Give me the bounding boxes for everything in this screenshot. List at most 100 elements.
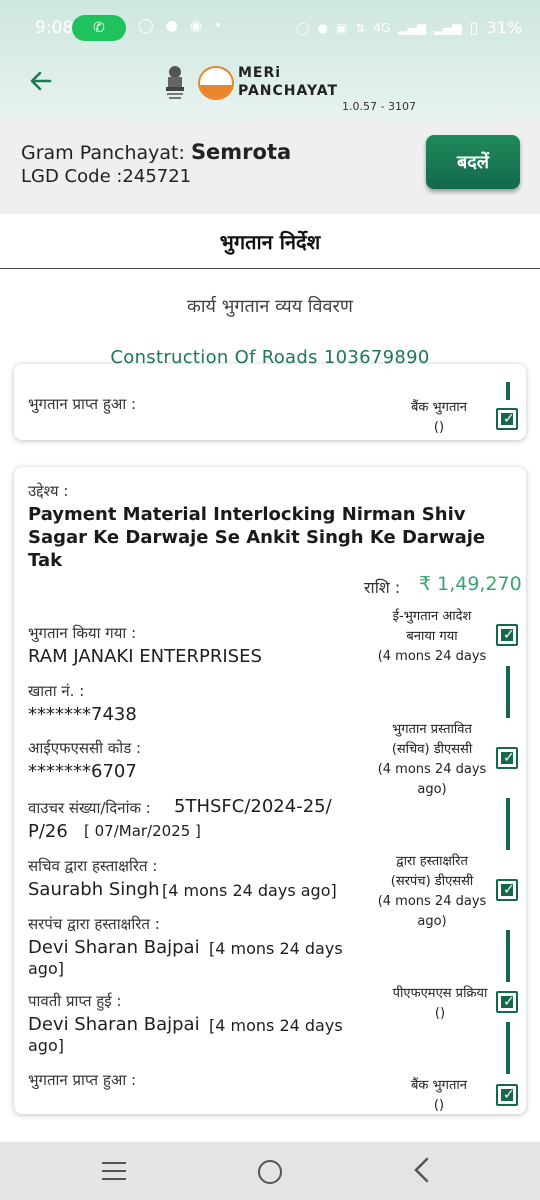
receipt-value: Devi Sharan Bajpai <box>28 1014 200 1035</box>
purpose-label: उद्देश्य : <box>28 482 69 500</box>
app-name-line2: PANCHAYAT <box>238 83 339 99</box>
voucher-number-cont: P/26 <box>28 821 68 842</box>
amount-value: ₹ 1,49,270 <box>419 573 522 595</box>
change-gp-button[interactable]: बदलें <box>426 135 520 189</box>
gp-name: Semrota <box>190 140 292 164</box>
app-name-line1: MERi <box>238 65 282 81</box>
purpose-text: Payment Material Interlocking Nirman Shi… <box>28 504 486 571</box>
step-4-line1: बैंक भुगतान <box>411 1078 467 1093</box>
chrome-icon: ◉ <box>189 18 203 34</box>
whatsapp-icon: ◯ <box>138 18 154 34</box>
step-connector <box>506 382 510 400</box>
app-header: 9:08 ✆ ◯ ● ◉ • ◯ ● ▣ ⇅ 4G ▂▄▆ ▂▄▆ ▯ 31% <box>0 0 540 122</box>
amount-label: राशि : <box>364 578 401 597</box>
secretary-time: [4 mons 24 days ago] <box>162 881 337 900</box>
ifsc-label: आईएफएससी कोड : <box>28 739 142 757</box>
step-4-line2: () <box>433 1098 445 1113</box>
payment-card-previous: भुगतान प्राप्त हुआ : बैंक भुगतान () ✓ <box>14 364 526 440</box>
step-3-line2: () <box>434 1006 446 1021</box>
gp-name-row: Gram Panchayat: Semrota <box>21 140 291 164</box>
signal-icon: ▂▄▆ <box>398 20 426 35</box>
step-3-checkbox[interactable]: ✓ <box>496 991 518 1013</box>
sarpanch-value: Devi Sharan Bajpai <box>28 937 200 958</box>
volte-icon: ▣ <box>335 20 348 35</box>
sarpanch-time: [4 mons 24 days <box>209 939 343 958</box>
step-2-line4: ago) <box>417 914 447 929</box>
step-1-line2: (सचिव) डीएससी <box>391 742 473 757</box>
system-nav-bar <box>0 1142 540 1200</box>
step-secretary-dsc: भुगतान प्रस्तावित (सचिव) डीएससी (4 mons … <box>376 720 488 800</box>
bank-step-line1: बैंक भुगतान <box>411 400 467 415</box>
main-panel: भुगतान निर्देश कार्य भुगतान व्यय विवरण C… <box>0 214 540 1142</box>
voucher-label: वाउचर संख्या/दिनांक : <box>28 799 151 817</box>
receipt-time: [4 mons 24 days <box>209 1016 343 1035</box>
account-label: खाता नं. : <box>28 682 85 700</box>
step-0-line1: ई-भुगतान आदेश <box>392 609 472 624</box>
step-4-checkbox[interactable]: ✓ <box>496 1084 518 1106</box>
app-name: MERi PANCHAYAT <box>238 64 338 100</box>
nav-back-icon[interactable] <box>412 1156 432 1191</box>
sarpanch-label: सरपंच द्वारा हस्ताक्षरित : <box>28 915 160 933</box>
recent-apps-icon[interactable] <box>102 1162 126 1186</box>
gp-label: Gram Panchayat: <box>21 142 191 164</box>
step-connector <box>506 798 510 850</box>
meri-panchayat-logo <box>198 66 234 100</box>
step-1-line3: (4 mons 24 days <box>377 762 487 777</box>
back-arrow-icon[interactable] <box>28 68 54 94</box>
step-pfms-process: पीएफएमएस प्रक्रिया () <box>384 984 496 1024</box>
step-bank-payment: बैंक भुगतान () <box>394 1076 484 1116</box>
step-2-checkbox[interactable]: ✓ <box>496 879 518 901</box>
step-sarpanch-dsc: द्वारा हस्ताक्षरित (सरपंच) डीएससी (4 mon… <box>376 852 488 932</box>
step-connector <box>506 930 510 982</box>
location-icon: ● <box>165 18 178 34</box>
received-label: भुगतान प्राप्त हुआ : <box>28 395 136 413</box>
status-bar: 9:08 ✆ ◯ ● ◉ • ◯ ● ▣ ⇅ 4G ▂▄▆ ▂▄▆ ▯ 31% <box>0 12 540 46</box>
secretary-value: Saurabh Singh <box>28 879 160 900</box>
voucher-date: [ 07/Mar/2025 ] <box>84 822 201 840</box>
bank-step-label: बैंक भुगतान () <box>394 398 484 438</box>
app-version: 1.0.57 - 3107 <box>342 100 416 113</box>
page-title: भुगतान निर्देश <box>0 214 540 269</box>
home-icon[interactable] <box>258 1160 282 1184</box>
step-0-line3: (4 mons 24 days <box>377 649 487 664</box>
step-connector <box>506 666 510 718</box>
system-icons: ◯ ● ▣ ⇅ 4G ▂▄▆ ▂▄▆ ▯ 31% <box>296 18 522 37</box>
lgd-code: LGD Code :245721 <box>21 166 192 187</box>
receipt-time-cont: ago] <box>28 1036 64 1055</box>
step-2-line3: (4 mons 24 days <box>377 894 487 909</box>
step-2-line2: (सरपंच) डीएससी <box>390 874 474 889</box>
notification-icons: ◯ ● ◉ • <box>138 18 222 34</box>
paid-to-value: RAM JANAKI ENTERPRISES <box>28 646 262 667</box>
sarpanch-time-cont: ago] <box>28 959 64 978</box>
payment-received-label: भुगतान प्राप्त हुआ : <box>28 1071 136 1089</box>
gram-panchayat-bar: Gram Panchayat: Semrota LGD Code :245721… <box>0 122 540 204</box>
call-icon[interactable]: ✆ <box>72 15 126 41</box>
step-connector <box>506 1022 510 1074</box>
signal2-icon: ▂▄▆ <box>433 20 462 35</box>
voucher-number: 5THSFC/2024-25/ <box>174 796 332 817</box>
step-0-line2: बनाया गया <box>406 629 458 644</box>
step-1-line4: ago) <box>417 782 447 797</box>
bank-step-line2: () <box>433 420 445 435</box>
receipt-label: पावती प्राप्त हुई : <box>28 992 122 1010</box>
location-status-icon: ● <box>317 20 328 35</box>
step-1-checkbox[interactable]: ✓ <box>496 747 518 769</box>
dot-icon: • <box>214 18 223 34</box>
payment-card: उद्देश्य : Payment Material Interlocking… <box>14 467 526 1114</box>
step-1-line1: भुगतान प्रस्तावित <box>392 722 472 737</box>
step-2-line1: द्वारा हस्ताक्षरित <box>396 854 468 869</box>
page-subtitle: कार्य भुगतान व्यय विवरण <box>187 296 353 317</box>
secretary-label: सचिव द्वारा हस्ताक्षरित : <box>28 857 158 875</box>
step-0-checkbox[interactable]: ✓ <box>496 624 518 646</box>
status-time: 9:08 <box>35 18 74 38</box>
alarm-icon: ◯ <box>296 20 310 35</box>
network-type: 4G <box>373 20 391 35</box>
paid-to-label: भुगतान किया गया : <box>28 624 137 642</box>
battery-level: 31% <box>486 18 523 37</box>
bank-step-checkbox[interactable]: ✓ <box>496 408 518 430</box>
step-epayment-order: ई-भुगतान आदेश बनाया गया (4 mons 24 days <box>376 607 488 667</box>
data-speed-icon: ⇅ <box>355 20 366 35</box>
ifsc-value: *******6707 <box>28 761 137 782</box>
national-emblem-icon <box>163 64 187 100</box>
battery-icon: ▯ <box>469 18 479 37</box>
